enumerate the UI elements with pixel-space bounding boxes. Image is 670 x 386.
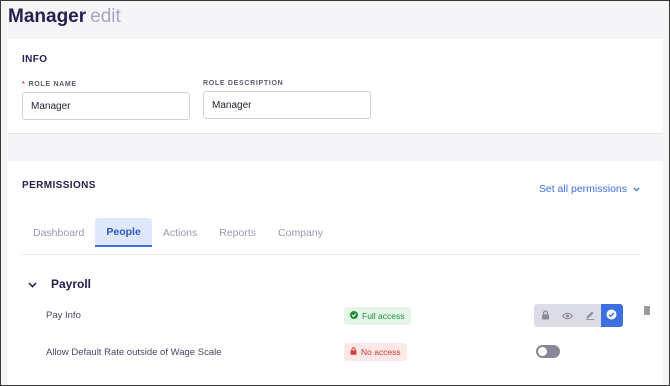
payroll-group-header[interactable]: Payroll bbox=[28, 275, 91, 293]
check-circle-icon bbox=[606, 307, 617, 325]
pay-info-access-selector bbox=[534, 304, 623, 327]
status-badge-full-access: Full access bbox=[344, 307, 411, 325]
info-card: INFO *ROLE NAME ROLE DESCRIPTION bbox=[8, 39, 663, 134]
set-all-permissions-button[interactable]: Set all permissions bbox=[539, 183, 640, 195]
pay-info-label: Pay Info bbox=[46, 310, 81, 321]
chevron-down-icon bbox=[633, 186, 640, 192]
no-access-option[interactable] bbox=[534, 304, 556, 327]
role-description-input[interactable] bbox=[203, 91, 371, 119]
tab-company[interactable]: Company bbox=[267, 218, 334, 247]
tab-dashboard[interactable]: Dashboard bbox=[22, 218, 95, 247]
lock-icon bbox=[350, 347, 357, 357]
pencil-icon bbox=[585, 307, 595, 325]
app-frame: Manageredit INFO *ROLE NAME ROLE DESCRIP… bbox=[0, 0, 670, 386]
tab-reports[interactable]: Reports bbox=[208, 218, 267, 247]
permissions-section-title: PERMISSIONS bbox=[22, 180, 96, 191]
permission-tabs: Dashboard People Actions Reports Company bbox=[22, 218, 640, 255]
check-circle-icon bbox=[350, 311, 358, 321]
allow-default-rate-toggle[interactable] bbox=[536, 345, 560, 358]
chevron-down-icon[interactable] bbox=[28, 275, 37, 293]
lock-icon bbox=[541, 307, 550, 325]
payroll-group-title: Payroll bbox=[51, 277, 92, 291]
role-name-label: * ROLE NAME bbox=[22, 81, 77, 88]
status-badge-no-access: No access bbox=[344, 343, 407, 361]
info-section-title: INFO bbox=[22, 54, 48, 65]
toggle-knob bbox=[538, 347, 547, 356]
eye-icon bbox=[561, 307, 574, 325]
required-mark: * bbox=[22, 81, 26, 88]
scrollbar-thumb[interactable] bbox=[644, 306, 650, 315]
set-all-permissions-label: Set all permissions bbox=[538, 183, 627, 195]
view-access-option[interactable] bbox=[556, 304, 578, 327]
edit-access-option[interactable] bbox=[579, 304, 601, 327]
allow-default-rate-label: Allow Default Rate outside of Wage Scale bbox=[46, 347, 222, 358]
tab-people[interactable]: People bbox=[95, 218, 152, 247]
full-access-option[interactable] bbox=[600, 304, 623, 327]
permissions-card: PERMISSIONS Set all permissions Dashboar… bbox=[8, 161, 663, 385]
role-description-label: ROLE DESCRIPTION bbox=[203, 80, 284, 87]
page-title: Manager bbox=[8, 6, 87, 27]
role-name-input[interactable] bbox=[22, 92, 190, 120]
tab-actions[interactable]: Actions bbox=[152, 218, 208, 247]
page-mode: edit bbox=[90, 6, 121, 27]
page-header: Manager edit bbox=[8, 6, 121, 28]
